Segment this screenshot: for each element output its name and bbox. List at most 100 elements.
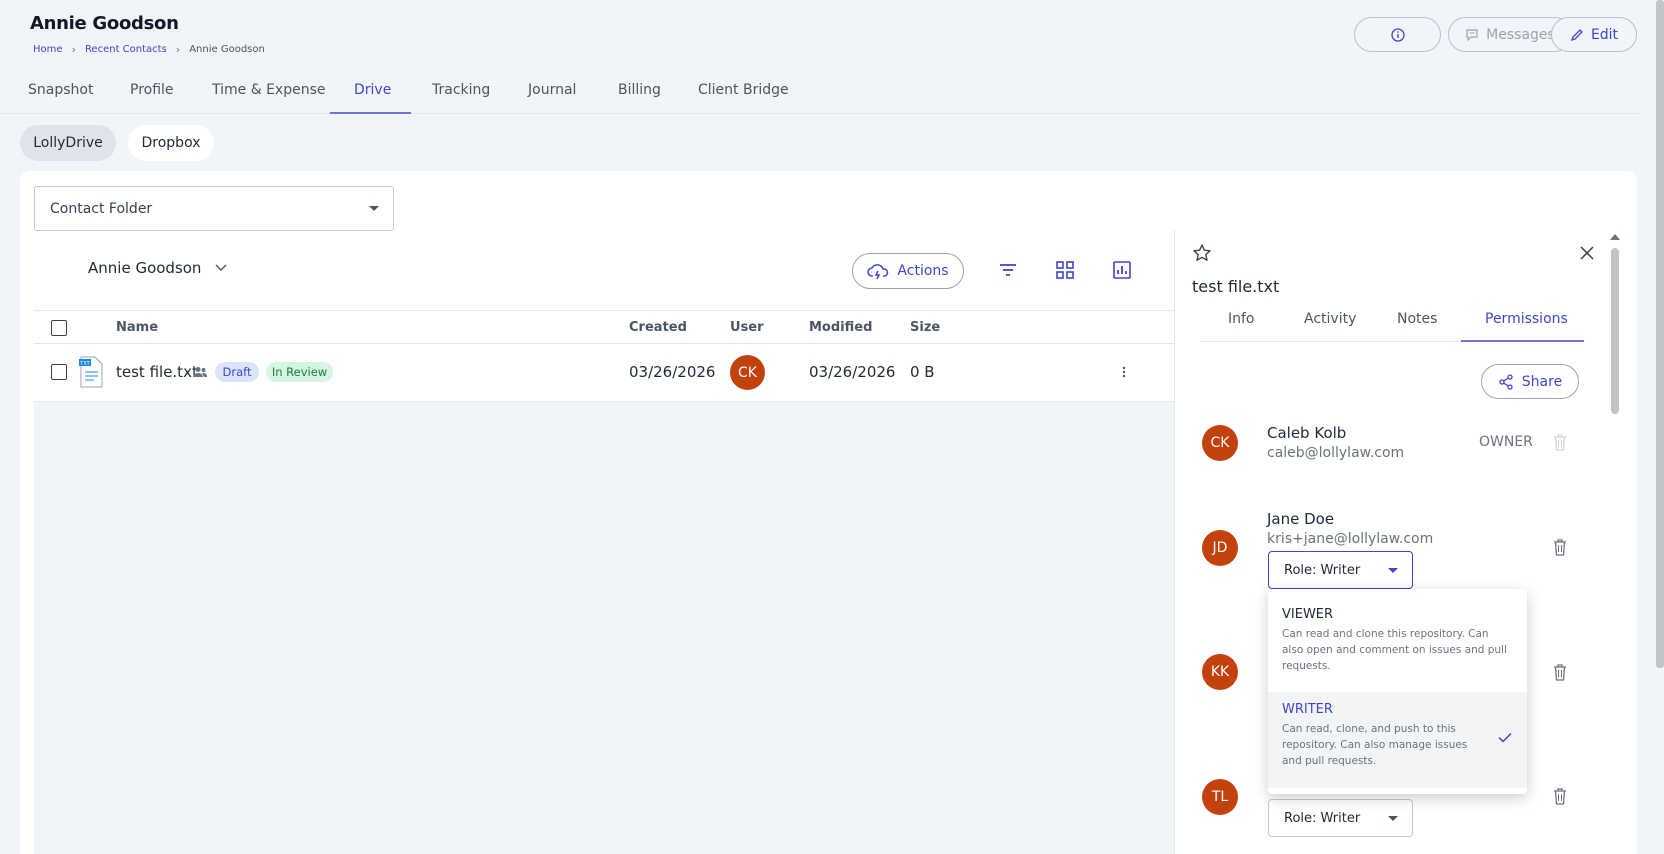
avatar: CK [730, 355, 765, 390]
role-select[interactable]: Role: Writer [1268, 551, 1413, 589]
edit-label: Edit [1590, 26, 1619, 43]
edit-button[interactable]: Edit [1551, 17, 1637, 52]
caret-down-icon [1388, 568, 1398, 573]
close-icon[interactable] [1580, 246, 1594, 260]
tab-billing[interactable]: Billing [618, 82, 661, 98]
owner-select[interactable]: Annie Goodson [88, 259, 227, 277]
scroll-up-arrow[interactable] [1610, 234, 1620, 240]
window-scrollbar-thumb[interactable] [1656, 0, 1664, 668]
tab-profile[interactable]: Profile [130, 82, 174, 98]
folder-select-value: Contact Folder [50, 200, 153, 217]
panel-tab-permissions[interactable]: Permissions [1485, 311, 1568, 327]
avatar: KK [1202, 654, 1238, 690]
grid-view-icon[interactable] [1055, 260, 1075, 280]
role-select-value: Role: Writer [1284, 562, 1361, 578]
role-option-description: Can read and clone this repository. Can … [1282, 628, 1507, 672]
person-email: kris+jane@lollylaw.com [1267, 531, 1434, 547]
avatar: CK [1202, 425, 1238, 461]
breadcrumb: Home › Recent Contacts › Annie Goodson [33, 43, 265, 56]
panel-tab-activity[interactable]: Activity [1304, 311, 1356, 327]
caret-down-icon [369, 206, 379, 211]
table-row[interactable]: TXT test file.txt Draft In Review 03/26/… [34, 344, 1174, 402]
actions-label: Actions [897, 263, 949, 279]
status-badge-draft: Draft [215, 362, 259, 382]
breadcrumb-current: Annie Goodson [189, 44, 265, 55]
breadcrumb-recent-contacts[interactable]: Recent Contacts [85, 44, 167, 55]
pencil-icon [1570, 28, 1583, 41]
file-size: 0 B [910, 363, 935, 381]
created-date: 03/26/2026 [629, 363, 716, 381]
check-icon [1498, 732, 1512, 743]
panel-active-tab-indicator [1461, 340, 1584, 342]
cloud-bolt-icon [867, 264, 889, 280]
chevron-down-icon [215, 264, 227, 271]
page-title: Annie Goodson [30, 13, 179, 34]
owner-role-label: OWNER [1479, 434, 1533, 450]
panel-scrollbar-thumb[interactable] [1611, 248, 1619, 414]
modified-date: 03/26/2026 [809, 363, 896, 381]
select-all-checkbox[interactable] [51, 320, 67, 336]
panel-tab-notes[interactable]: Notes [1397, 311, 1437, 327]
tab-time-expense[interactable]: Time & Expense [212, 82, 326, 98]
tab-tracking[interactable]: Tracking [432, 82, 490, 98]
column-created[interactable]: Created [629, 320, 687, 335]
file-list-empty-area [34, 402, 1174, 854]
share-icon [1499, 373, 1513, 390]
role-option-writer[interactable]: WRITER Can read, clone, and push to this… [1268, 692, 1527, 788]
owner-select-value: Annie Goodson [88, 259, 202, 277]
role-dropdown-menu: VIEWER Can read and clone this repositor… [1268, 589, 1527, 794]
star-icon[interactable] [1192, 243, 1212, 263]
breadcrumb-home[interactable]: Home [33, 44, 63, 55]
share-button[interactable]: Share [1481, 364, 1579, 399]
share-label: Share [1521, 373, 1563, 390]
chevron-right-icon: › [71, 43, 76, 56]
trash-icon[interactable] [1553, 664, 1567, 681]
trash-icon [1554, 434, 1566, 451]
messages-label: Messages [1486, 26, 1555, 43]
role-option-description: Can read, clone, and push to this reposi… [1282, 723, 1468, 767]
role-option-title: VIEWER [1282, 607, 1334, 622]
shared-users-icon [193, 367, 207, 377]
person-name: Caleb Kolb [1267, 424, 1347, 442]
svg-text:TXT: TXT [79, 361, 90, 367]
source-lollydrive[interactable]: LollyDrive [20, 125, 116, 161]
role-select[interactable]: Role: Writer [1268, 799, 1413, 837]
trash-icon[interactable] [1553, 788, 1567, 805]
column-modified[interactable]: Modified [809, 320, 872, 335]
tab-client-bridge[interactable]: Client Bridge [698, 82, 789, 98]
person-email: caleb@lollylaw.com [1267, 445, 1405, 461]
tab-journal[interactable]: Journal [528, 82, 576, 98]
avatar: JD [1202, 530, 1238, 566]
table-header: Name Created User Modified Size [34, 310, 1174, 344]
chevron-right-icon: › [175, 43, 181, 56]
column-size[interactable]: Size [910, 320, 940, 335]
source-dropbox[interactable]: Dropbox [128, 125, 214, 161]
trash-icon[interactable] [1553, 539, 1567, 556]
panel-tab-info[interactable]: Info [1228, 311, 1255, 327]
caret-down-icon [1388, 816, 1398, 821]
avatar: TL [1202, 779, 1238, 815]
info-icon [1390, 27, 1405, 42]
tab-snapshot[interactable]: Snapshot [28, 82, 93, 98]
active-tab-indicator [330, 112, 411, 114]
file-name[interactable]: test file.txt [116, 363, 198, 381]
main-tabs: Snapshot Profile Time & Expense Drive Tr… [0, 72, 1640, 114]
filter-icon[interactable] [998, 260, 1018, 280]
role-select-value: Role: Writer [1284, 810, 1361, 826]
chart-icon[interactable] [1112, 260, 1132, 280]
actions-button[interactable]: Actions [852, 253, 964, 289]
role-option-viewer[interactable]: VIEWER Can read and clone this repositor… [1268, 607, 1527, 674]
folder-select[interactable]: Contact Folder [34, 186, 394, 231]
info-button[interactable] [1354, 17, 1441, 52]
more-vertical-icon[interactable] [1122, 366, 1126, 378]
column-user[interactable]: User [730, 320, 764, 335]
tab-drive[interactable]: Drive [354, 82, 391, 98]
panel-file-name: test file.txt [1192, 277, 1280, 296]
status-badge-in-review: In Review [266, 362, 333, 382]
person-name: Jane Doe [1267, 510, 1335, 528]
role-option-title: WRITER [1282, 702, 1333, 717]
message-icon [1466, 28, 1478, 41]
row-checkbox[interactable] [51, 364, 67, 380]
column-name[interactable]: Name [116, 320, 158, 335]
text-file-icon: TXT [79, 356, 103, 388]
